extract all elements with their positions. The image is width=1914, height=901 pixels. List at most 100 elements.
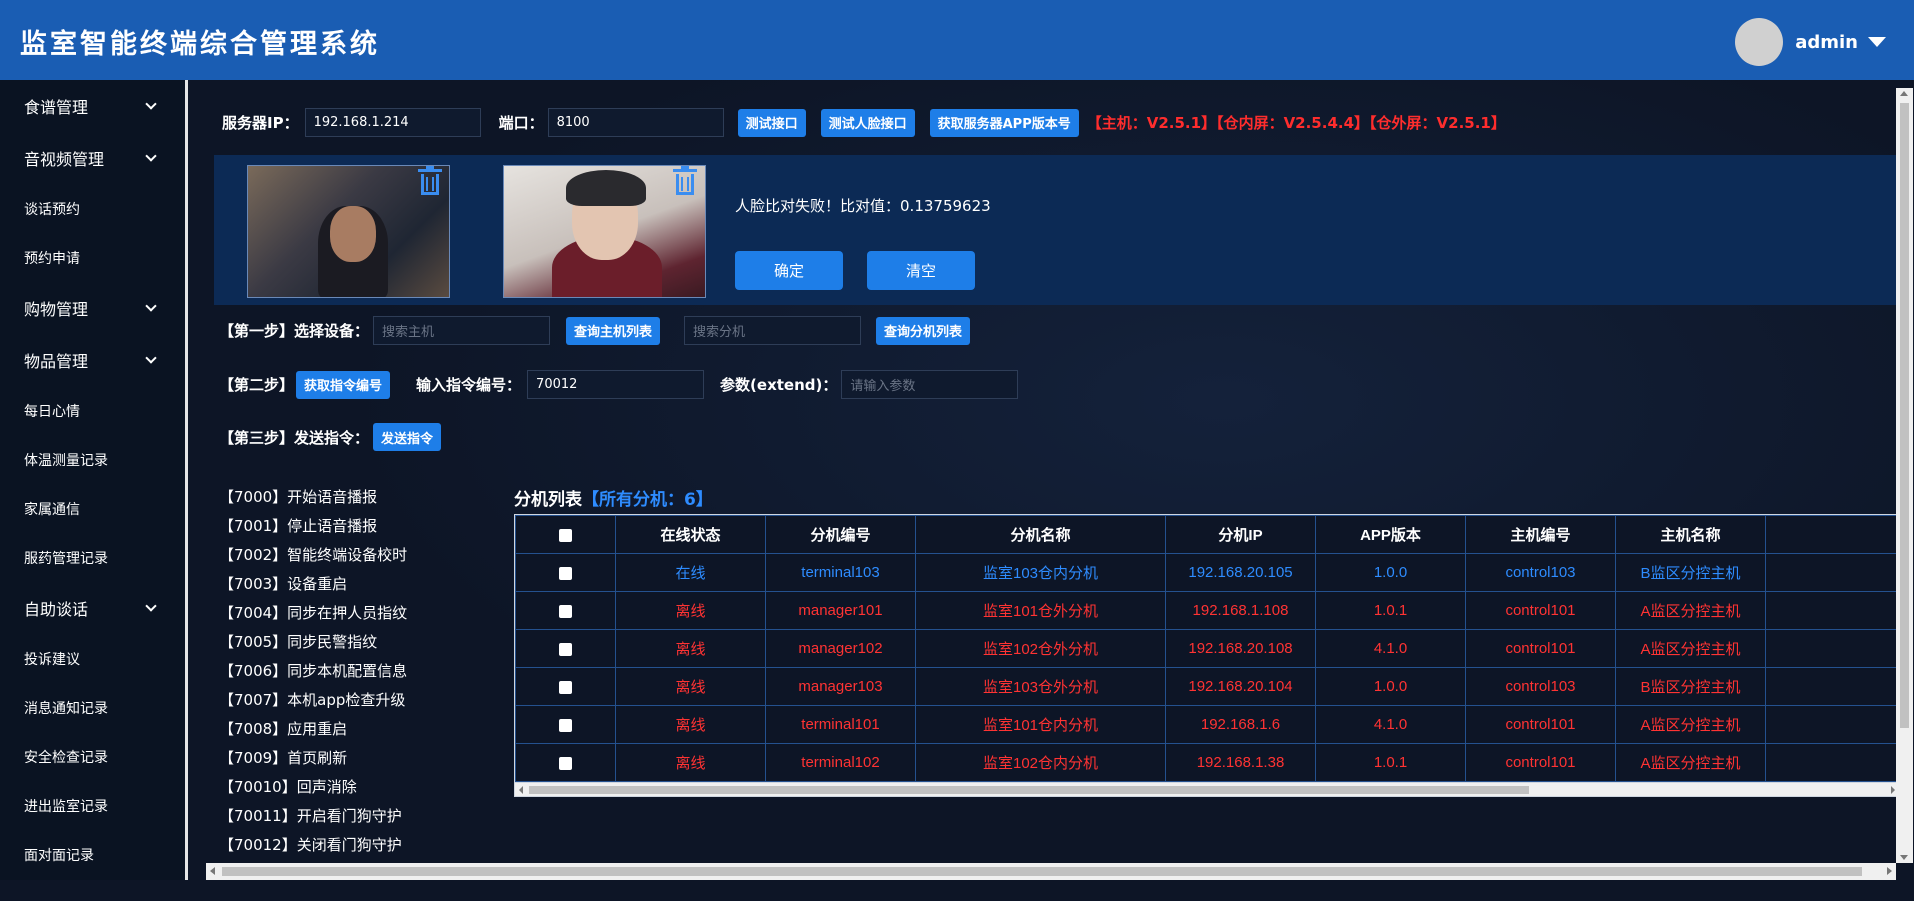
sidebar-item[interactable]: 谈话预约: [0, 184, 185, 233]
row-checkbox[interactable]: [515, 553, 616, 592]
sidebar-item-label: 谈话预约: [24, 201, 80, 218]
table-cell-name: 监室101仓内分机: [915, 705, 1166, 744]
confirm-button[interactable]: 确定: [735, 251, 843, 290]
table-cell-id: terminal102: [765, 743, 916, 782]
command-item[interactable]: 【7009】首页刷新: [219, 743, 407, 772]
server-ip-input[interactable]: 192.168.1.214: [304, 108, 481, 137]
command-item[interactable]: 【70012】关闭看门狗守护: [219, 830, 407, 859]
command-item[interactable]: 【7006】同步本机配置信息: [219, 656, 407, 685]
table-cell-name: 监室103仓内分机: [915, 553, 1166, 592]
sidebar-item[interactable]: 食谱管理: [0, 80, 185, 132]
sidebar-item[interactable]: 服药管理记录: [0, 533, 185, 582]
row-checkbox[interactable]: [515, 591, 616, 630]
table-cell-host_name: A监区分控主机: [1615, 591, 1766, 630]
trash-icon[interactable]: [673, 166, 697, 196]
table-row[interactable]: 离线 manager103 监室103仓外分机 192.168.20.104 1.0.0…: [515, 667, 1899, 706]
get-server-version-button[interactable]: 获取服务器APP版本号: [929, 108, 1079, 137]
sidebar-item[interactable]: 进出监室记录: [0, 781, 185, 830]
table-row[interactable]: 离线 manager101 监室101仓外分机 192.168.1.108 1.0.1 c…: [515, 591, 1899, 630]
test-face-api-button[interactable]: 测试人脸接口: [820, 108, 915, 137]
step1-label: 【第一步】选择设备：: [219, 322, 370, 340]
command-item[interactable]: 【70011】开启看门狗守护: [219, 801, 407, 830]
port-input[interactable]: 8100: [547, 108, 724, 137]
row-checkbox[interactable]: [515, 629, 616, 668]
command-item[interactable]: 【7008】应用重启: [219, 714, 407, 743]
table-cell-status: 离线: [615, 743, 766, 782]
page-horizontal-scrollbar[interactable]: [206, 863, 1896, 880]
avatar[interactable]: [1735, 18, 1784, 66]
table-row[interactable]: 离线 manager102 监室102仓外分机 192.168.20.108 4.1.0…: [515, 629, 1899, 668]
command-list: 【7000】开始语音播报 【7001】停止语音播报 【7002】智能终端设备校时 【7…: [219, 482, 407, 859]
sidebar-item-label: 物品管理: [24, 352, 89, 371]
table-cell-host_name: A监区分控主机: [1615, 705, 1766, 744]
table-row[interactable]: 离线 terminal102 监室102仓内分机 192.168.1.38 1.0.1 c…: [515, 743, 1899, 782]
sidebar-item-label: 音视频管理: [24, 150, 105, 169]
command-item[interactable]: 【7007】本机app检查升级: [219, 685, 407, 714]
test-api-button[interactable]: 测试接口: [737, 108, 806, 137]
table-cell-status: 离线: [615, 591, 766, 630]
username[interactable]: admin: [1795, 32, 1858, 53]
param-label: 参数(extend)：: [720, 376, 838, 394]
sidebar-item[interactable]: 预约申请: [0, 233, 185, 282]
command-item[interactable]: 【7000】开始语音播报: [219, 482, 407, 511]
query-sub-list-button[interactable]: 查询分机列表: [876, 316, 971, 345]
sub-search-input[interactable]: 搜索分机: [684, 316, 862, 345]
sidebar-item[interactable]: 家属通信: [0, 484, 185, 533]
row-checkbox[interactable]: [515, 705, 616, 744]
chevron-down-icon[interactable]: [145, 600, 157, 612]
sidebar-item-label: 购物管理: [24, 300, 89, 319]
sidebar-item[interactable]: 投诉建议: [0, 634, 185, 683]
column-header: 主机名称: [1615, 515, 1766, 554]
param-input[interactable]: 请输入参数: [841, 370, 1019, 399]
page-vertical-scrollbar[interactable]: [1896, 88, 1913, 863]
chevron-down-icon[interactable]: [145, 150, 157, 162]
table-row[interactable]: 在线 terminal103 监室103仓内分机 192.168.20.105 1.0.…: [515, 553, 1899, 592]
host-search-input[interactable]: 搜索主机: [373, 316, 551, 345]
table-cell-host_name: A监区分控主机: [1615, 629, 1766, 668]
table-cell-host_name: B监区分控主机: [1615, 667, 1766, 706]
column-header: 监室ID: [1765, 515, 1899, 554]
command-item[interactable]: 【7005】同步民警指纹: [219, 627, 407, 656]
command-number-input[interactable]: 70012: [527, 370, 705, 399]
row-checkbox[interactable]: [515, 743, 616, 782]
sidebar-item-label: 安全检查记录: [24, 749, 108, 766]
column-header: APP版本: [1315, 515, 1466, 554]
command-item[interactable]: 【70010】回声消除: [219, 772, 407, 801]
select-all-checkbox[interactable]: [515, 515, 616, 554]
sidebar-item[interactable]: 音视频管理: [0, 132, 185, 184]
query-host-list-button[interactable]: 查询主机列表: [566, 316, 661, 345]
clear-button[interactable]: 清空: [867, 251, 975, 290]
sidebar-item[interactable]: 体温测量记录: [0, 435, 185, 484]
table-row[interactable]: 离线 terminal101 监室101仓内分机 192.168.1.6 4.1.0 co…: [515, 705, 1899, 744]
command-item[interactable]: 【7002】智能终端设备校时: [219, 540, 407, 569]
sidebar-item[interactable]: 购物管理: [0, 282, 185, 334]
table-cell-room: 99: [1765, 629, 1899, 668]
caret-down-icon[interactable]: [1868, 37, 1886, 47]
table-cell-app: 4.1.0: [1315, 705, 1466, 744]
table-cell-room: 90: [1765, 591, 1899, 630]
row-checkbox[interactable]: [515, 667, 616, 706]
sidebar-item-label: 体温测量记录: [24, 452, 108, 469]
face-compare-result: 人脸比对失败！比对值：0.13759623: [735, 197, 991, 215]
trash-icon[interactable]: [418, 166, 442, 196]
sidebar-item[interactable]: 物品管理: [0, 334, 185, 386]
sidebar-item[interactable]: 消息通知记录: [0, 683, 185, 732]
photo-subject-head: [330, 206, 376, 262]
sidebar-item[interactable]: 自助谈话: [0, 582, 185, 634]
command-item[interactable]: 【7004】同步在押人员指纹: [219, 598, 407, 627]
sidebar-item[interactable]: 面对面记录: [0, 830, 185, 879]
chevron-down-icon[interactable]: [145, 98, 157, 110]
chevron-down-icon[interactable]: [145, 352, 157, 364]
command-item[interactable]: 【7003】设备重启: [219, 569, 407, 598]
sidebar-item[interactable]: 每日心情: [0, 386, 185, 435]
sidebar-item[interactable]: 安全检查记录: [0, 732, 185, 781]
user-menu[interactable]: admin: [1735, 18, 1886, 66]
send-command-button[interactable]: 发送指令: [373, 423, 442, 451]
table-cell-status: 离线: [615, 705, 766, 744]
table-cell-host: control101: [1465, 629, 1616, 668]
get-command-number-button[interactable]: 获取指令编号: [296, 370, 391, 399]
table-horizontal-scrollbar[interactable]: [515, 782, 1899, 796]
chevron-down-icon[interactable]: [145, 300, 157, 312]
command-item[interactable]: 【7001】停止语音播报: [219, 511, 407, 540]
sidebar-item-label: 家属通信: [24, 501, 80, 518]
